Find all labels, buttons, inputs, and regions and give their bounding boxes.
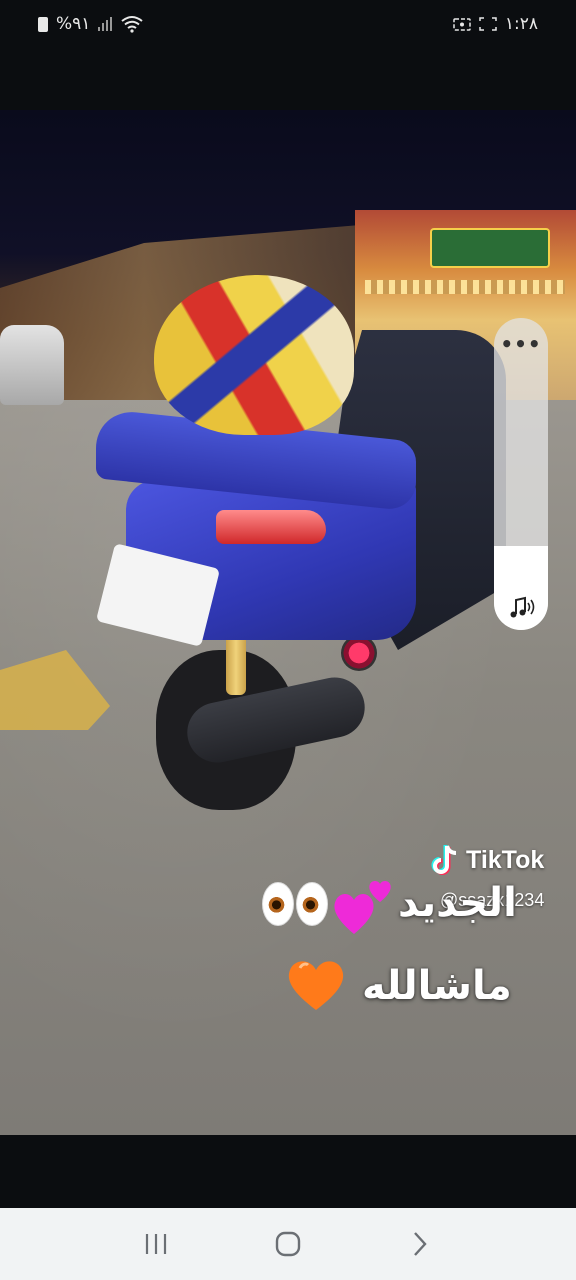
two-hearts-icon xyxy=(334,881,391,934)
video-bottom-bar xyxy=(0,1135,576,1208)
battery-icon xyxy=(38,16,48,32)
caption-line-1: الجديد xyxy=(398,880,517,926)
screenshot-icon xyxy=(479,16,497,32)
tiktok-icon xyxy=(431,845,457,875)
music-note-icon[interactable] xyxy=(505,592,537,624)
eyes-icon xyxy=(296,882,328,926)
parked-car xyxy=(0,325,64,405)
volume-more-button[interactable]: ••• xyxy=(494,332,548,356)
shop-sign xyxy=(430,228,550,268)
wifi-icon xyxy=(120,15,144,33)
brake-disc xyxy=(341,635,377,671)
signal-icon xyxy=(98,17,113,31)
battery-percent: %٩١ xyxy=(56,14,91,34)
caption-line-2: ماشالله xyxy=(362,963,512,1009)
screen-record-icon xyxy=(453,16,471,32)
tiktok-brand: TikTok xyxy=(466,845,545,874)
status-right: ١:٢٨ xyxy=(453,14,538,34)
back-icon xyxy=(414,1232,427,1256)
status-left: %٩١ xyxy=(38,14,144,34)
recent-apps-icon xyxy=(145,1234,167,1254)
home-icon xyxy=(275,1231,301,1257)
back-button[interactable] xyxy=(396,1220,444,1268)
tiktok-logo: TikTok xyxy=(430,843,544,877)
orange-heart-icon xyxy=(288,961,344,1010)
scooter xyxy=(95,270,516,830)
recent-apps-button[interactable] xyxy=(132,1220,180,1268)
taillight xyxy=(216,510,326,544)
status-bar: %٩١ ١:٢٨ xyxy=(0,0,576,48)
volume-slider[interactable]: ••• xyxy=(494,318,548,630)
navigation-bar xyxy=(0,1208,576,1280)
helmet xyxy=(154,275,354,435)
eyes-icon xyxy=(262,882,294,926)
clock: ١:٢٨ xyxy=(504,14,538,34)
home-button[interactable] xyxy=(264,1220,312,1268)
